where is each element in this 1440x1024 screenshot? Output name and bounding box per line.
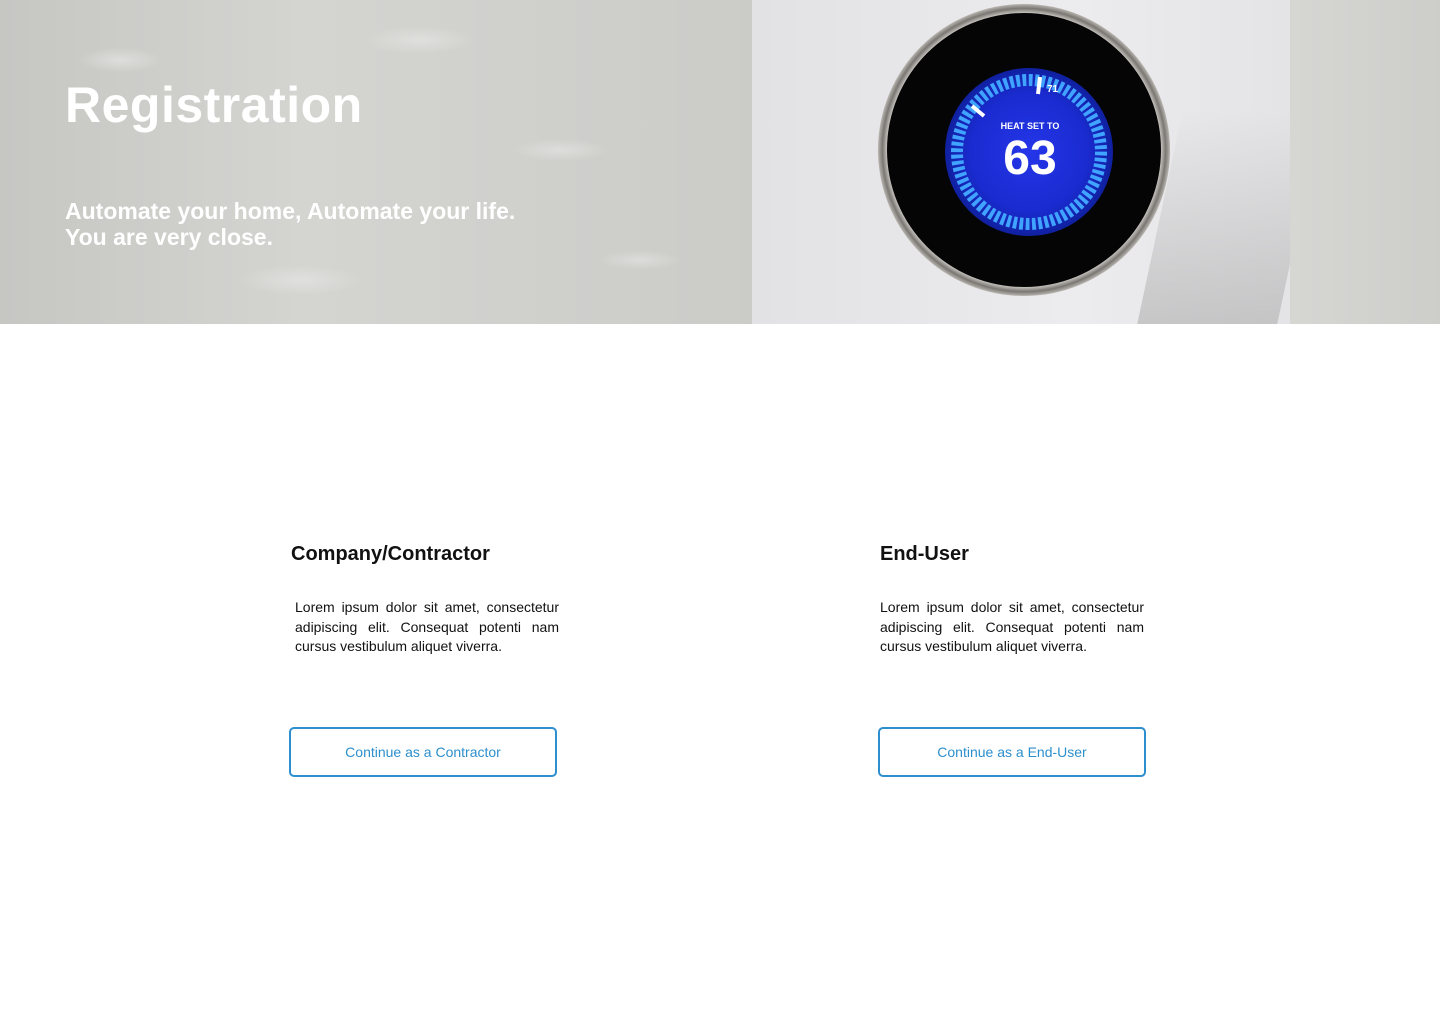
page-title: Registration (65, 77, 363, 133)
page-subtitle: Automate your home, Automate your life. … (65, 198, 516, 250)
thermostat-temperature: 63 (1003, 132, 1056, 185)
thermostat-outdoor-temp: 71 (1047, 84, 1059, 95)
end-user-card-description: Lorem ipsum dolor sit amet, consectetur … (880, 599, 1144, 654)
wall-background-right (1290, 0, 1440, 324)
wall-background (0, 0, 760, 324)
thermostat-image: 71 HEAT SET TO 63 (878, 4, 1170, 296)
hero-banner: 71 HEAT SET TO 63 Registration Automate … (0, 0, 1440, 324)
contractor-card-description: Lorem ipsum dolor sit amet, consectetur … (295, 599, 559, 654)
continue-end-user-button[interactable]: Continue as a End-User (878, 727, 1146, 777)
thermostat-label: HEAT SET TO (1001, 121, 1060, 131)
end-user-card-title: End-User (880, 543, 969, 565)
contractor-card-title: Company/Contractor (291, 543, 490, 565)
end-user-card: End-User Lorem ipsum dolor sit amet, con… (878, 540, 1155, 777)
continue-contractor-button[interactable]: Continue as a Contractor (289, 727, 557, 777)
contractor-card: Company/Contractor Lorem ipsum dolor sit… (289, 540, 566, 777)
